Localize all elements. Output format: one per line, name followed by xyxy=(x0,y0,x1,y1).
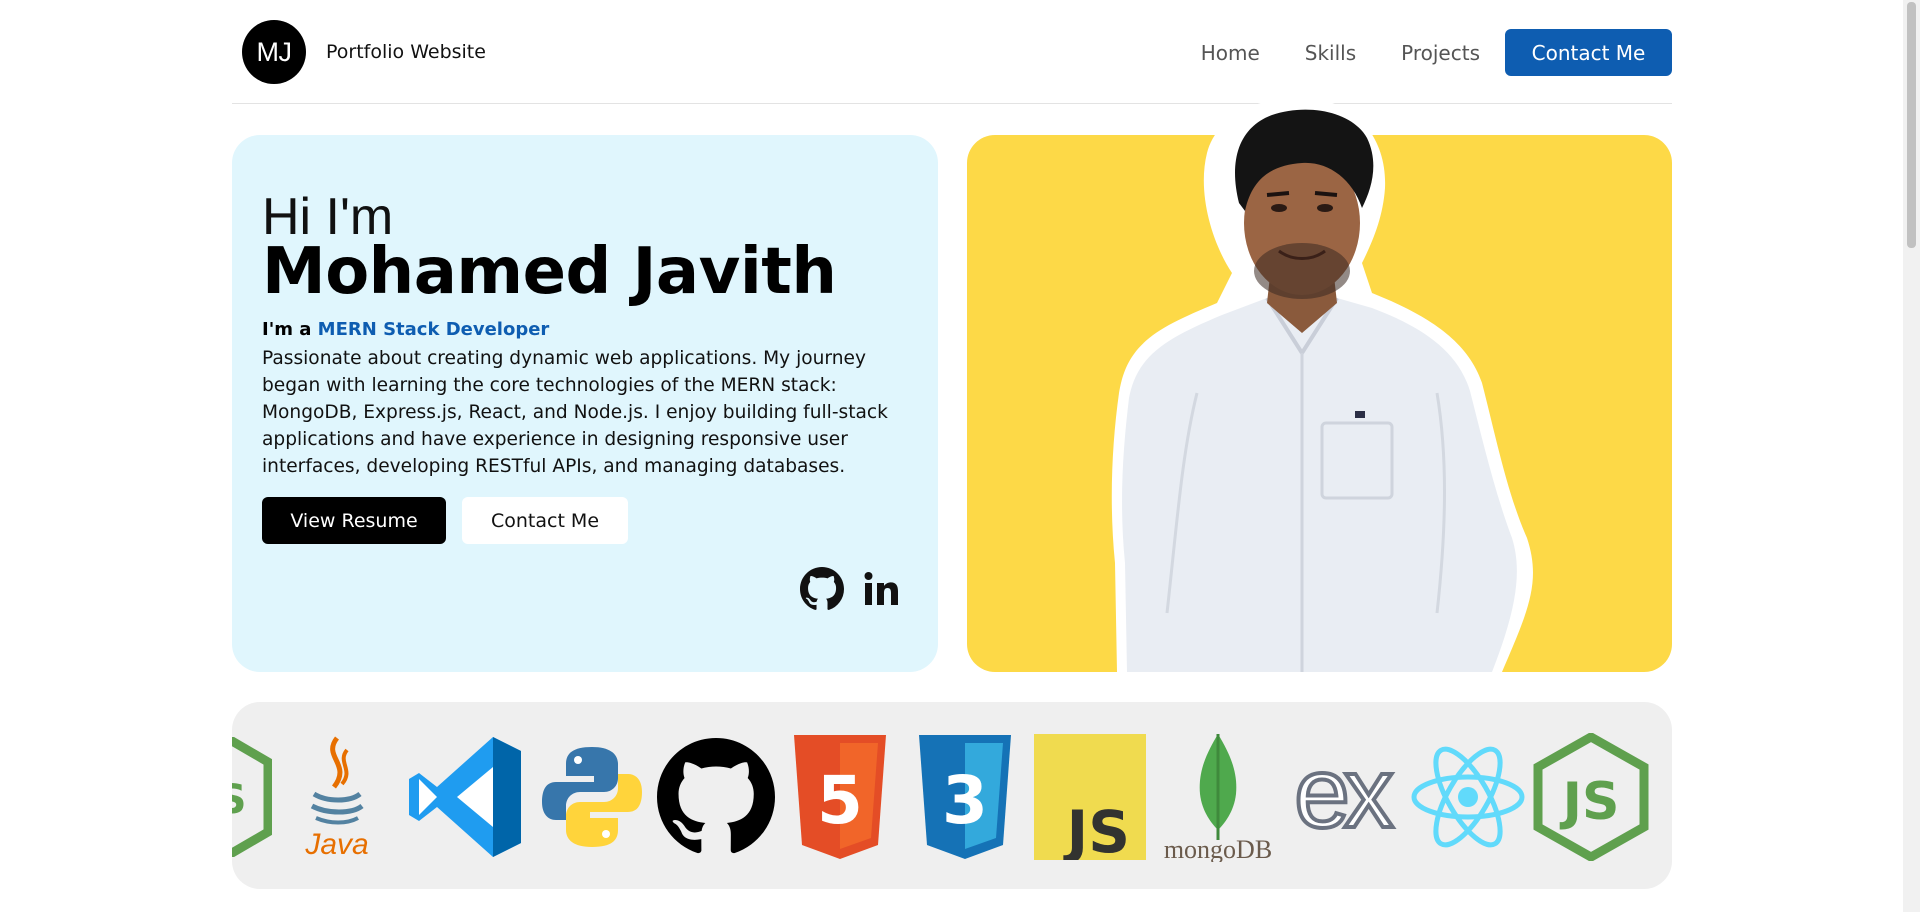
skills-strip: S Java xyxy=(232,702,1672,889)
vscode-icon xyxy=(407,732,525,862)
mongodb-label: mongoDB xyxy=(1164,835,1272,862)
mongodb-icon: mongoDB xyxy=(1162,732,1274,862)
html5-label: 5 xyxy=(817,762,863,839)
nav-home[interactable]: Home xyxy=(1201,41,1260,65)
view-resume-button[interactable]: View Resume xyxy=(262,497,446,544)
site-title: Portfolio Website xyxy=(326,41,486,63)
hero-card: Hi I'm Mohamed Javith I'm a MERN Stack D… xyxy=(232,135,938,672)
header: MJ Portfolio Website Home Skills Project… xyxy=(232,0,1672,104)
hero-name: Mohamed Javith xyxy=(262,235,837,309)
scrollbar-thumb[interactable] xyxy=(1907,2,1916,248)
css3-label: 3 xyxy=(942,762,988,839)
social-links xyxy=(800,567,902,615)
page-container: MJ Portfolio Website Home Skills Project… xyxy=(232,0,1672,912)
logo[interactable]: MJ xyxy=(242,20,306,84)
nodejs-label: JS xyxy=(1560,772,1620,832)
express-label: ex xyxy=(1294,747,1393,847)
javascript-icon: JS xyxy=(1034,732,1146,862)
main-nav: Home Skills Projects Contact Me xyxy=(1201,29,1672,76)
page-scrollbar[interactable] xyxy=(1903,0,1920,912)
java-label: Java xyxy=(304,828,368,861)
github-icon xyxy=(657,732,775,862)
hero-role-prefix: I'm a xyxy=(262,319,312,340)
nodejs-icon: JS xyxy=(1532,732,1650,862)
nav-skills[interactable]: Skills xyxy=(1305,41,1356,65)
nav-projects[interactable]: Projects xyxy=(1401,41,1480,65)
react-icon xyxy=(1410,732,1526,862)
nodejs-partial-icon: S xyxy=(232,732,272,862)
hero-bio: Passionate about creating dynamic web ap… xyxy=(262,348,888,477)
css3-icon: 3 xyxy=(915,732,1015,862)
js-label: JS xyxy=(1063,798,1130,860)
hero-role: MERN Stack Developer xyxy=(317,319,550,340)
github-icon[interactable] xyxy=(800,567,844,615)
profile-photo xyxy=(1111,97,1533,672)
linkedin-icon[interactable] xyxy=(862,569,902,613)
express-icon: ex xyxy=(1282,732,1400,862)
nav-contact-button[interactable]: Contact Me xyxy=(1505,29,1672,76)
hero-role-line: I'm a MERN Stack Developer xyxy=(262,319,549,340)
photo-card xyxy=(967,97,1672,672)
java-icon: Java xyxy=(292,732,382,862)
html5-icon: 5 xyxy=(790,732,890,862)
python-icon xyxy=(542,732,642,862)
svg-text:S: S xyxy=(232,777,246,823)
hero-contact-button[interactable]: Contact Me xyxy=(462,497,628,544)
